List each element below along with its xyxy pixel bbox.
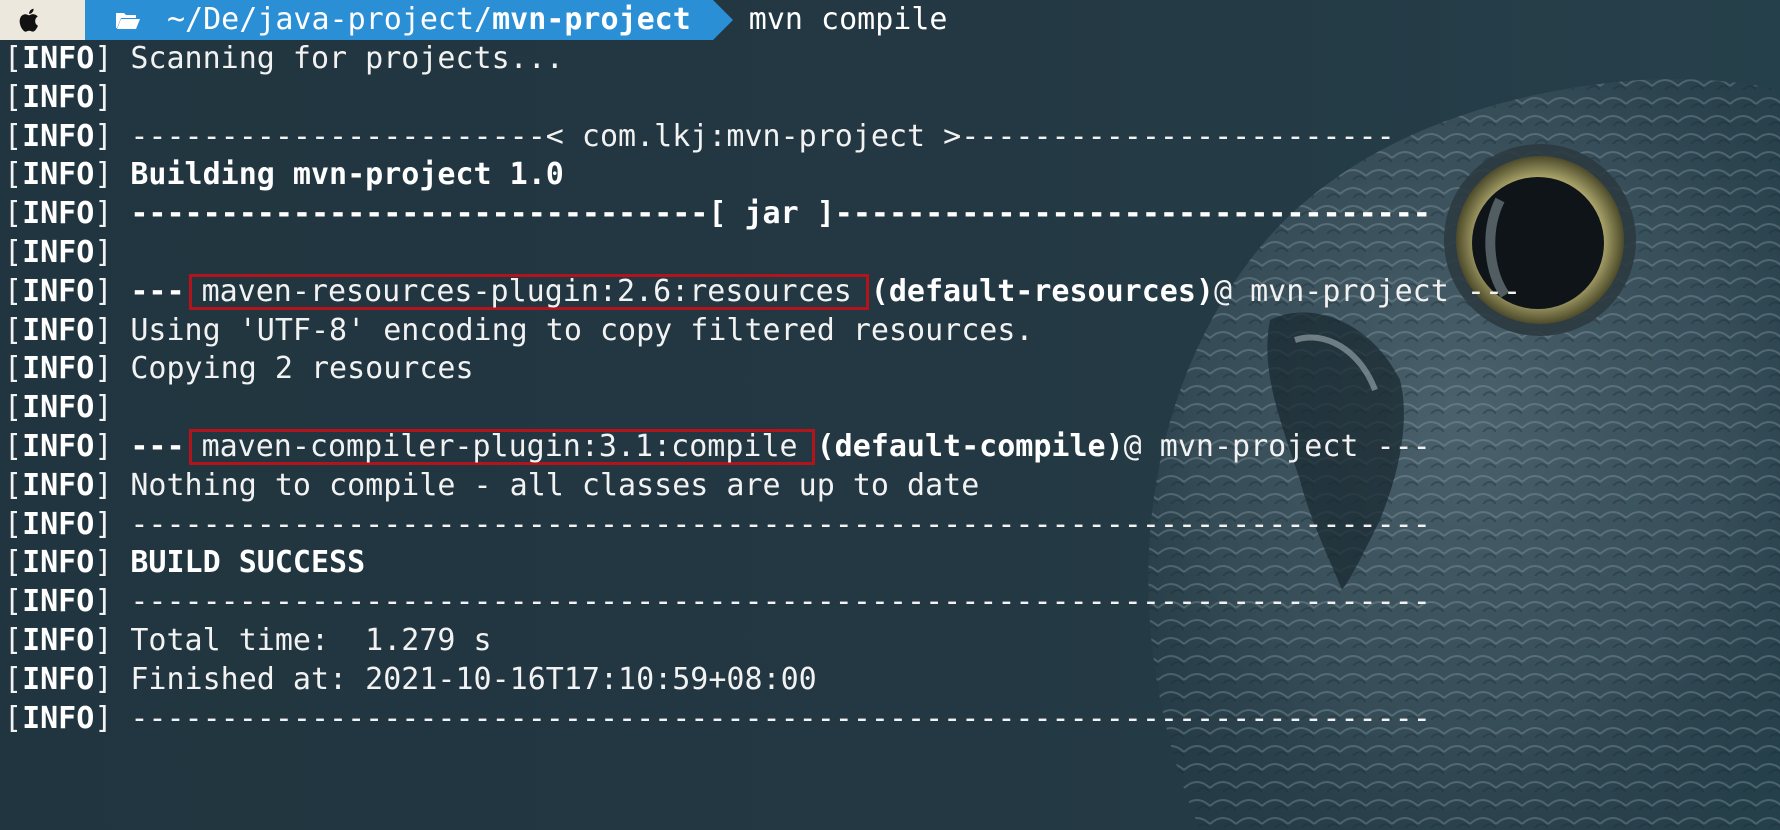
- log-level-tag: [INFO]: [4, 79, 113, 115]
- log-level-tag: [INFO]: [4, 196, 113, 232]
- build-total-time: Total time: 1.279 s: [130, 622, 492, 658]
- log-line: [INFO] --------------------------------[…: [4, 195, 1780, 234]
- log-level-tag: [INFO]: [4, 157, 113, 193]
- log-line: [INFO] Nothing to compile - all classes …: [4, 467, 1780, 506]
- log-line: [INFO] Total time: 1.279 s: [4, 622, 1780, 661]
- log-message: ----------------------------------------…: [130, 584, 1431, 620]
- log-line: [INFO] Building mvn-project 1.0: [4, 156, 1780, 195]
- log-message: --------------------------------[ jar ] -…: [130, 196, 1431, 232]
- log-level-tag: [INFO]: [4, 661, 113, 697]
- terminal-output: [INFO] Scanning for projects... [INFO] […: [0, 40, 1780, 738]
- log-message: --- maven-compiler-plugin:3.1:compile (def…: [130, 428, 1431, 466]
- prompt-command: mvn compile: [748, 2, 948, 37]
- prompt-current-dir: mvn-project: [492, 2, 691, 37]
- log-level-tag: [INFO]: [4, 118, 113, 154]
- log-line: [INFO] Finished at: 2021-10-16T17:10:59+…: [4, 661, 1780, 700]
- log-line: [INFO] Copying 2 resources: [4, 350, 1780, 389]
- log-line: [INFO]: [4, 389, 1780, 428]
- prompt-path-segment: ~/De/java-project/mvn-project: [85, 0, 733, 40]
- log-line: [INFO] --- maven-compiler-plugin:3.1:comp…: [4, 428, 1780, 467]
- log-message: Copying 2 resources: [130, 351, 474, 387]
- prompt-bar: ~/De/java-project/mvn-project mvn compil…: [0, 0, 1780, 40]
- log-line: [INFO] BUILD SUCCESS: [4, 544, 1780, 583]
- highlighted-plugin-compiler: maven-compiler-plugin:3.1:compile: [188, 429, 815, 466]
- log-level-tag: [INFO]: [4, 273, 113, 309]
- log-line: [INFO] ---------------------------------…: [4, 583, 1780, 622]
- log-level-tag: [INFO]: [4, 506, 113, 542]
- log-level-tag: [INFO]: [4, 467, 113, 503]
- folder-open-icon: [116, 13, 140, 29]
- log-level-tag: [INFO]: [4, 700, 113, 736]
- prompt-os-segment: [0, 0, 105, 40]
- log-line: [INFO] -----------------------< com.lkj:…: [4, 118, 1780, 157]
- log-message: --- maven-resources-plugin:2.6:resources(…: [130, 273, 1521, 311]
- log-level-tag: [INFO]: [4, 545, 113, 581]
- log-line: [INFO] ---------------------------------…: [4, 506, 1780, 545]
- log-message: Nothing to compile - all classes are up …: [130, 467, 980, 503]
- log-message: Building mvn-project 1.0: [130, 157, 564, 193]
- highlighted-plugin-resources: maven-resources-plugin:2.6:resources: [188, 274, 869, 311]
- log-level-tag: [INFO]: [4, 428, 113, 464]
- log-line: [INFO] ---------------------------------…: [4, 700, 1780, 739]
- log-message: ----------------------------------------…: [130, 700, 1431, 736]
- apple-icon: [19, 8, 38, 32]
- log-line: [INFO]: [4, 79, 1780, 118]
- build-status: BUILD SUCCESS: [130, 545, 366, 581]
- log-line: [INFO] Using 'UTF-8' encoding to copy fi…: [4, 312, 1780, 351]
- build-finished-at: Finished at: 2021-10-16T17:10:59+08:00: [130, 661, 817, 697]
- terminal-window[interactable]: ~/De/java-project/mvn-project mvn compil…: [0, 0, 1780, 830]
- log-message: Using 'UTF-8' encoding to copy filtered …: [130, 312, 1034, 348]
- prompt-path-prefix: ~/De/java-project/: [167, 2, 493, 37]
- log-level-tag: [INFO]: [4, 312, 113, 348]
- log-message: ----------------------------------------…: [130, 506, 1431, 542]
- log-line: [INFO] Scanning for projects...: [4, 40, 1780, 79]
- log-line: [INFO] --- maven-resources-plugin:2.6:res…: [4, 273, 1780, 312]
- log-level-tag: [INFO]: [4, 41, 113, 76]
- log-level-tag: [INFO]: [4, 622, 113, 658]
- log-level-tag: [INFO]: [4, 351, 113, 387]
- log-message: -----------------------< com.lkj:mvn-pro…: [130, 118, 1395, 154]
- log-level-tag: [INFO]: [4, 584, 113, 620]
- log-level-tag: [INFO]: [4, 390, 113, 426]
- log-line: [INFO]: [4, 234, 1780, 273]
- log-message: Scanning for projects...: [130, 41, 564, 76]
- log-level-tag: [INFO]: [4, 234, 113, 270]
